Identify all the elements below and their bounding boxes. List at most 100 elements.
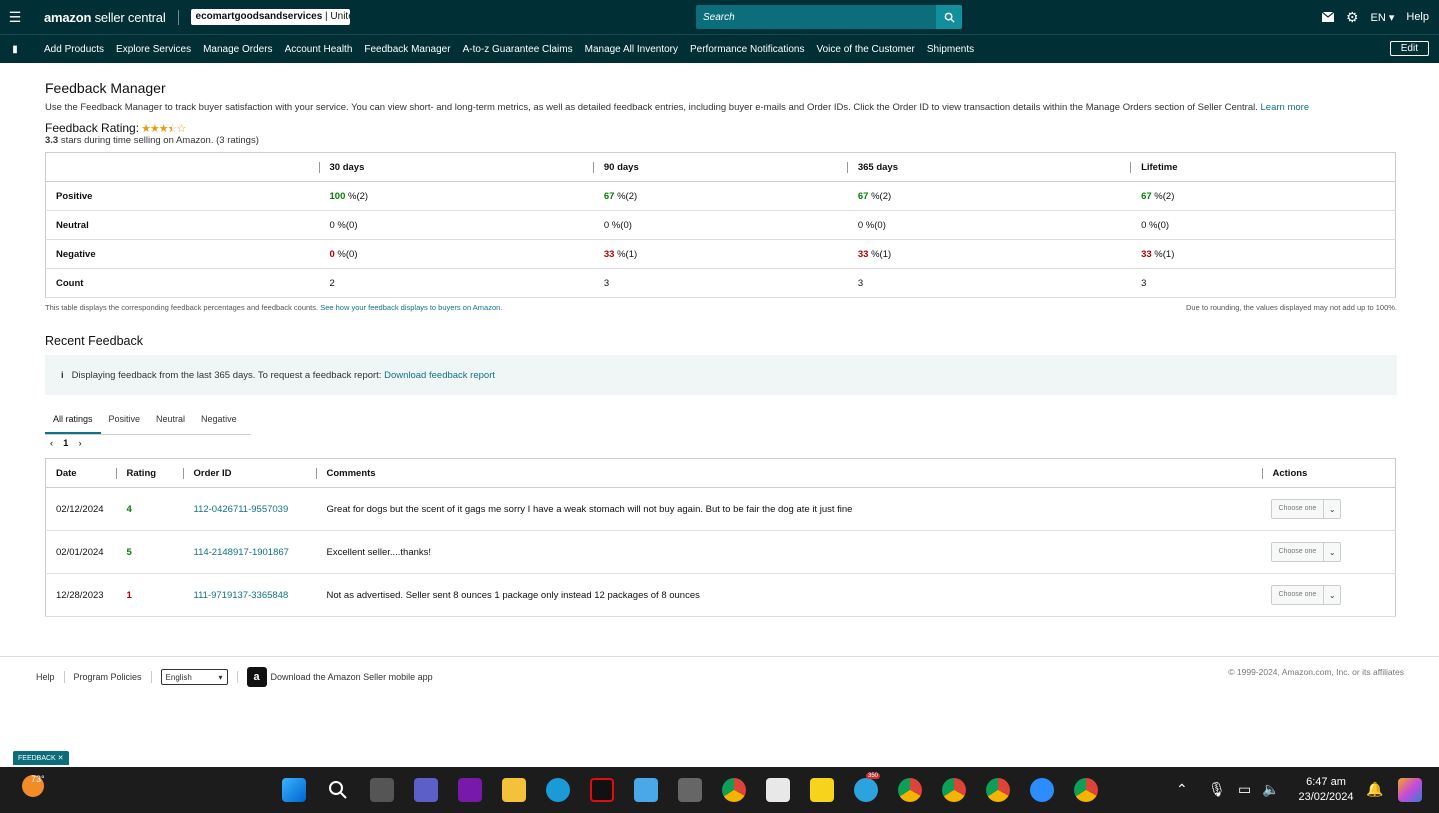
microphone-icon[interactable]: 🎙 bbox=[1208, 781, 1226, 798]
network-icon[interactable]: ▭ bbox=[1238, 781, 1251, 798]
edge-icon[interactable] bbox=[546, 778, 570, 802]
feedback-tag-button[interactable]: FEEDBACK ✕ bbox=[13, 751, 69, 765]
chevron-up-icon[interactable]: ⌃ bbox=[1176, 781, 1188, 798]
telegram-icon[interactable] bbox=[854, 778, 878, 802]
action-dropdown[interactable]: Choose one ⌄ bbox=[1270, 585, 1342, 605]
download-report-link[interactable]: Download feedback report bbox=[384, 370, 495, 381]
col-90-days-label: 90 days bbox=[592, 161, 847, 173]
cell-number: 67 bbox=[603, 190, 615, 202]
nav-account-health[interactable]: Account Health bbox=[285, 44, 353, 55]
chevron-down-icon: ⌄ bbox=[1328, 590, 1336, 600]
onenote-icon[interactable] bbox=[458, 778, 482, 802]
chevron-down-icon: ⌄ bbox=[1328, 547, 1336, 557]
tab-all-ratings[interactable]: All ratings bbox=[45, 409, 101, 434]
order-id-link[interactable]: 114-2148917-1901867 bbox=[194, 547, 289, 558]
nav-performance-notifications[interactable]: Performance Notifications bbox=[690, 44, 805, 55]
chrome-profile-icon[interactable] bbox=[942, 778, 966, 802]
tab-neutral[interactable]: Neutral bbox=[148, 409, 193, 434]
header-order-id-label: Order ID bbox=[182, 467, 316, 479]
nav-feedback-manager[interactable]: Feedback Manager bbox=[364, 44, 450, 55]
buyer-display-link[interactable]: See how your feedback displays to buyers… bbox=[320, 303, 502, 312]
nav-voice-of-customer[interactable]: Voice of the Customer bbox=[817, 44, 915, 55]
search-input[interactable]: Search bbox=[696, 12, 936, 23]
download-app-link[interactable]: Download the Amazon Seller mobile app bbox=[271, 672, 433, 682]
search-button[interactable] bbox=[936, 5, 962, 29]
nav-atoz-claims[interactable]: A-to-z Guarantee Claims bbox=[463, 44, 573, 55]
chrome-profile-icon[interactable] bbox=[898, 778, 922, 802]
cell-suffix: %(2) bbox=[614, 190, 638, 202]
tab-positive[interactable]: Positive bbox=[101, 409, 149, 434]
cell-number: 67 bbox=[857, 190, 869, 202]
order-id-link[interactable]: 111-9719137-3365848 bbox=[194, 590, 289, 601]
chrome-profile-icon[interactable] bbox=[1074, 778, 1098, 802]
footer-help-link[interactable]: Help bbox=[36, 672, 55, 682]
learn-more-link[interactable]: Learn more bbox=[1261, 102, 1310, 113]
sticky-notes-icon[interactable] bbox=[810, 778, 834, 802]
top-bar: ☰ amazon seller central ecomartgoodsands… bbox=[0, 0, 1439, 34]
order-id-cell: 112-0426711-9557039 bbox=[182, 487, 316, 531]
page-title: Feedback Manager bbox=[45, 80, 166, 96]
summary-cell: 33 %(1) bbox=[1130, 239, 1396, 269]
bookmark-icon[interactable]: ▮ bbox=[0, 44, 30, 55]
summary-cell: 0 %(0) bbox=[846, 210, 1131, 240]
summary-corner bbox=[45, 152, 319, 182]
netflix-icon[interactable] bbox=[590, 778, 614, 802]
language-select[interactable]: English ▾ bbox=[160, 669, 228, 685]
header-comments-label: Comments bbox=[315, 467, 1262, 479]
seller-central-logo[interactable]: amazon seller central bbox=[44, 9, 179, 25]
snipping-tool-icon[interactable] bbox=[766, 778, 790, 802]
store-selector[interactable]: ecomartgoodsandservices | Unite... bbox=[190, 9, 350, 25]
action-dropdown[interactable]: Choose one ⌄ bbox=[1270, 542, 1342, 562]
chrome-profile-icon[interactable] bbox=[986, 778, 1010, 802]
current-page[interactable]: 1 bbox=[63, 438, 68, 449]
notepad-icon[interactable] bbox=[634, 778, 658, 802]
zoom-icon[interactable] bbox=[1030, 778, 1054, 802]
tab-negative[interactable]: Negative bbox=[193, 409, 245, 434]
summary-cell: 3 bbox=[846, 268, 1131, 298]
copyright: © 1999-2024, Amazon.com, Inc. or its aff… bbox=[1228, 667, 1404, 677]
file-explorer-icon[interactable] bbox=[502, 778, 526, 802]
header-actions: Actions bbox=[1261, 458, 1396, 488]
amazon-app-icon[interactable]: a bbox=[246, 667, 267, 687]
nav-manage-inventory[interactable]: Manage All Inventory bbox=[585, 44, 678, 55]
nav-add-products[interactable]: Add Products bbox=[44, 44, 104, 55]
row-label: Neutral bbox=[45, 210, 319, 240]
teams-icon[interactable] bbox=[414, 778, 438, 802]
notifications-icon[interactable]: 🔔 bbox=[1366, 781, 1383, 798]
prev-page-icon[interactable]: ‹ bbox=[50, 438, 53, 449]
cell-number: 67 bbox=[1141, 190, 1152, 202]
language-selector[interactable]: EN ▾ bbox=[1371, 11, 1395, 24]
mail-icon[interactable] bbox=[1321, 12, 1334, 22]
language-select-value: English bbox=[165, 672, 192, 682]
nav-explore-services[interactable]: Explore Services bbox=[116, 44, 191, 55]
task-view-icon[interactable] bbox=[370, 778, 394, 802]
edit-nav-button[interactable]: Edit bbox=[1389, 41, 1429, 56]
help-link[interactable]: Help bbox=[1406, 11, 1429, 23]
next-page-icon[interactable]: › bbox=[78, 438, 81, 449]
copilot-icon[interactable] bbox=[1398, 778, 1422, 802]
windows-taskbar: 73° 350 ⌃ 🎙 ▭ 🔈 6:47 am 23/02/2024 🔔 bbox=[0, 767, 1439, 813]
cell-number: 33 bbox=[857, 248, 869, 260]
calculator-icon[interactable] bbox=[678, 778, 702, 802]
volume-icon[interactable]: 🔈 bbox=[1262, 781, 1279, 798]
col-90-days: 90 days bbox=[592, 152, 847, 182]
windows-start-icon[interactable] bbox=[282, 778, 306, 802]
menu-icon[interactable]: ☰ bbox=[0, 9, 30, 26]
feedback-rating-cell: 5 bbox=[115, 530, 183, 574]
system-clock[interactable]: 6:47 am 23/02/2024 bbox=[1290, 775, 1362, 805]
col-365-days: 365 days bbox=[846, 152, 1131, 182]
nav-manage-orders[interactable]: Manage Orders bbox=[203, 44, 272, 55]
search-icon[interactable] bbox=[326, 778, 350, 802]
search-bar[interactable]: Search bbox=[696, 5, 962, 29]
order-id-link[interactable]: 112-0426711-9557039 bbox=[194, 504, 289, 515]
chrome-icon[interactable] bbox=[722, 778, 746, 802]
action-dropdown[interactable]: Choose one ⌄ bbox=[1270, 499, 1342, 519]
info-icon: i bbox=[61, 369, 64, 381]
summary-cell: 100 %(2) bbox=[318, 181, 593, 211]
program-policies-link[interactable]: Program Policies bbox=[74, 672, 142, 682]
note-text: This table displays the corresponding fe… bbox=[45, 303, 319, 312]
summary-row-negative: Negative 0 %(0) 33 %(1) 33 %(1) 33 %(1) bbox=[45, 239, 1396, 269]
nav-shipments[interactable]: Shipments bbox=[927, 44, 974, 55]
gear-icon[interactable]: ⚙ bbox=[1346, 9, 1359, 26]
rating-description: stars during time selling on Amazon. (3 … bbox=[60, 135, 259, 146]
